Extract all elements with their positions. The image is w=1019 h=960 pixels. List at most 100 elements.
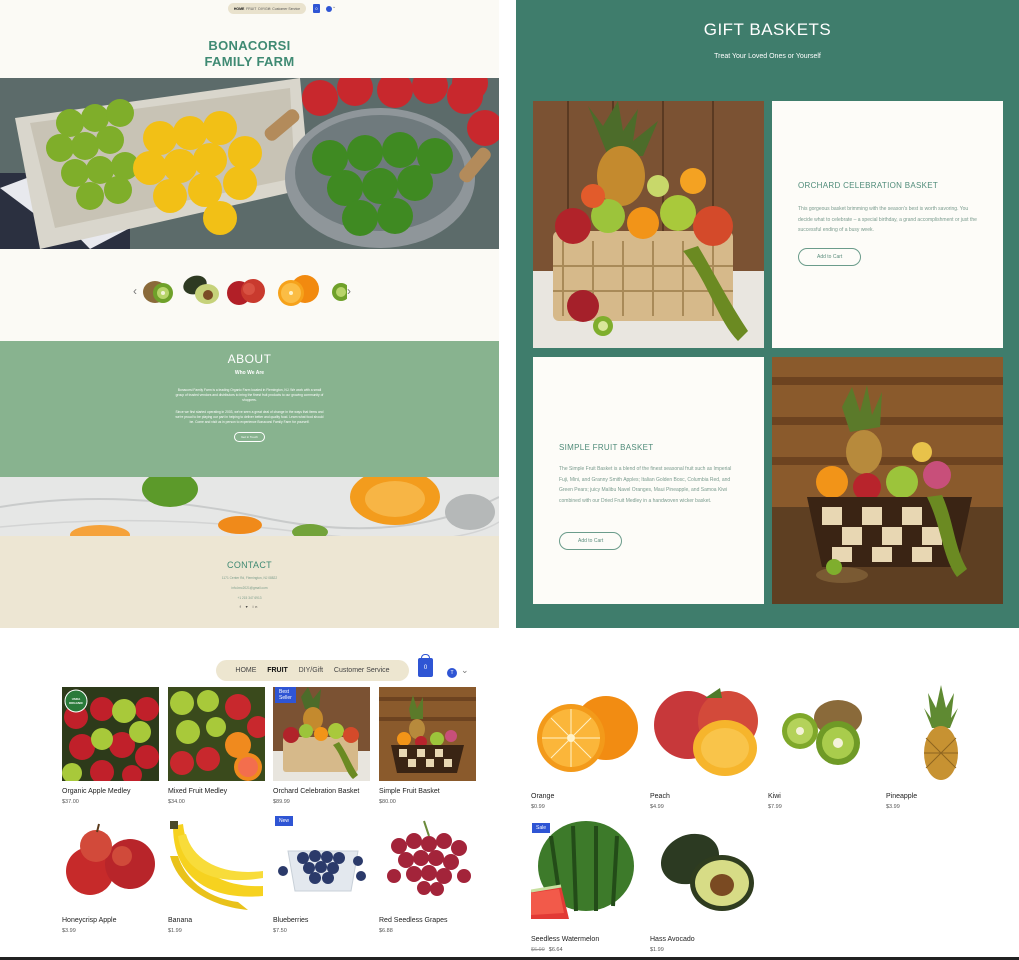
contact-phone: +1 215 347 6913 [237, 596, 262, 600]
chevron-left-icon[interactable]: ‹ [133, 284, 137, 298]
product-image[interactable] [650, 821, 760, 923]
home-page-preview: HOME FRUIT DIY/Gift Customer Service 0 ⌄… [0, 0, 499, 628]
usda-organic-badge: USDA ORGANIC [68, 697, 84, 705]
product-name[interactable]: Orchard Celebration Basket [273, 788, 383, 795]
apple [302, 80, 338, 116]
lemon [228, 136, 262, 170]
simple-basket-name[interactable]: SIMPLE FRUIT BASKET [559, 443, 738, 452]
product-sale-price: $6.64 [548, 947, 563, 953]
chevron-down-icon[interactable]: ⌄ [332, 4, 336, 10]
brand-title: BONACORSI FAMILY FARM [0, 38, 499, 70]
product-price: $7.50 [273, 928, 287, 934]
lemon [163, 149, 197, 183]
about-paragraph-1: Bonacorsi Family Farm is a leading Organ… [175, 388, 324, 403]
product-image[interactable] [768, 683, 878, 785]
product-image[interactable] [62, 816, 159, 910]
product-price: $6.88 [379, 928, 393, 934]
product-name[interactable]: Organic Apple Medley [62, 788, 172, 795]
product-name[interactable]: Mixed Fruit Medley [168, 788, 278, 795]
product-name[interactable]: Simple Fruit Basket [379, 788, 489, 795]
orchard-basket-description: This gorgeous basket brimming with the s… [798, 206, 977, 233]
apple-thumb[interactable] [225, 273, 269, 309]
product-name[interactable]: Hass Avocado [650, 936, 760, 943]
shop-nav-home[interactable]: HOME [235, 667, 256, 674]
lime [347, 135, 383, 171]
lime [61, 159, 89, 187]
orchard-basket-name[interactable]: ORCHARD CELEBRATION BASKET [798, 181, 977, 190]
get-in-touch-button[interactable]: Get in Touch [234, 432, 265, 443]
product-name[interactable]: Peach [650, 793, 760, 800]
simple-basket-card: SIMPLE FRUIT BASKET The Simple Fruit Bas… [533, 357, 764, 604]
home-nav-fruit[interactable]: FRUIT [246, 7, 256, 11]
product-name[interactable]: Seedless Watermelon [531, 936, 641, 943]
product-price: $80.00 [379, 799, 396, 805]
shop-nav-diy[interactable]: DIY/Gift [299, 667, 324, 674]
lemon [143, 121, 177, 155]
product-price: $0.99 [531, 804, 545, 810]
social-icons[interactable]: f ♥ in [0, 605, 499, 609]
product-image[interactable] [168, 687, 265, 781]
shop-nav-fruit[interactable]: FRUIT [267, 667, 288, 674]
product-name[interactable]: Kiwi [768, 793, 878, 800]
orchard-add-to-cart-button[interactable]: Add to Cart [798, 247, 862, 266]
chevron-down-icon[interactable]: ⌄ [461, 665, 469, 676]
best-seller-badge: Best Seller [275, 687, 296, 703]
product-price: $7.99 [768, 804, 782, 810]
home-nav-diy[interactable]: DIY/Gift [258, 7, 270, 11]
chevron-right-icon[interactable]: › [347, 284, 351, 298]
lemon [133, 151, 167, 185]
home-nav-bar: HOME FRUIT DIY/Gift Customer Service [228, 3, 306, 14]
product-price: $6.99 $6.64 [531, 947, 563, 953]
about-paragraph-2: Since we first started operating in 2003… [175, 409, 324, 425]
lime [46, 134, 74, 162]
contact-title: CONTACT [227, 560, 272, 570]
kiwi-thumb[interactable] [141, 274, 177, 306]
product-image[interactable]: USDA ORGANIC [62, 687, 159, 781]
brand-line-1: BONACORSI [208, 38, 291, 53]
product-image[interactable] [379, 687, 476, 781]
lime [382, 132, 418, 168]
product-name[interactable]: Honeycrisp Apple [62, 917, 172, 924]
avatar[interactable]: T [447, 668, 457, 678]
product-image[interactable] [531, 683, 641, 785]
lemon [223, 166, 257, 200]
home-nav-service[interactable]: Customer Service [272, 7, 300, 11]
product-price: $1.99 [168, 928, 182, 934]
product-name[interactable]: Pineapple [886, 793, 996, 800]
product-name[interactable]: Red Seedless Grapes [379, 917, 489, 924]
product-name[interactable]: Banana [168, 917, 278, 924]
lemon [193, 143, 227, 177]
orange-thumb[interactable] [275, 272, 323, 308]
lemon [173, 116, 207, 150]
cart-icon[interactable]: 0 [418, 654, 433, 677]
product-image[interactable] [886, 683, 996, 785]
simple-add-to-cart-button[interactable]: Add to Cart [559, 532, 623, 550]
contact-email[interactable]: info.bnc2021@gmail.com [0, 586, 499, 590]
shop-nav-service[interactable]: Customer Service [334, 667, 390, 674]
product-image[interactable] [531, 821, 641, 923]
lime [106, 99, 134, 127]
product-image[interactable] [650, 683, 760, 785]
lime [96, 126, 124, 154]
gift-baskets-page: GIFT BASKETS Treat Your Loved Ones or Yo… [516, 0, 1019, 628]
fruit-catalog: Orange $0.99 Peach $4.99 Kiwi $7.99 Pine… [516, 628, 1019, 960]
kiwi-thumb-partial[interactable] [329, 276, 347, 306]
lime [397, 165, 433, 201]
product-name[interactable]: Blueberries [273, 917, 383, 924]
product-original-price: $6.99 [531, 947, 545, 953]
cart-icon[interactable]: 0 [313, 4, 320, 13]
product-image[interactable] [168, 816, 265, 910]
product-price: $89.99 [273, 799, 290, 805]
orchard-basket-card: ORCHARD CELEBRATION BASKET This gorgeous… [772, 101, 1003, 348]
product-price: $37.00 [62, 799, 79, 805]
product-image[interactable] [379, 816, 476, 910]
avocado-thumb[interactable] [181, 272, 221, 308]
home-nav-home[interactable]: HOME [234, 7, 245, 11]
simple-basket-image[interactable] [772, 357, 1003, 604]
lime [76, 182, 104, 210]
product-name[interactable]: Orange [531, 793, 641, 800]
product-image[interactable] [273, 816, 370, 910]
orchard-basket-image[interactable] [533, 101, 764, 348]
about-section: ABOUT Who We Are Bonacorsi Family Farm i… [0, 341, 499, 477]
contact-address: 1171 Center Rd, Flemington, NJ 08822 [221, 576, 278, 580]
